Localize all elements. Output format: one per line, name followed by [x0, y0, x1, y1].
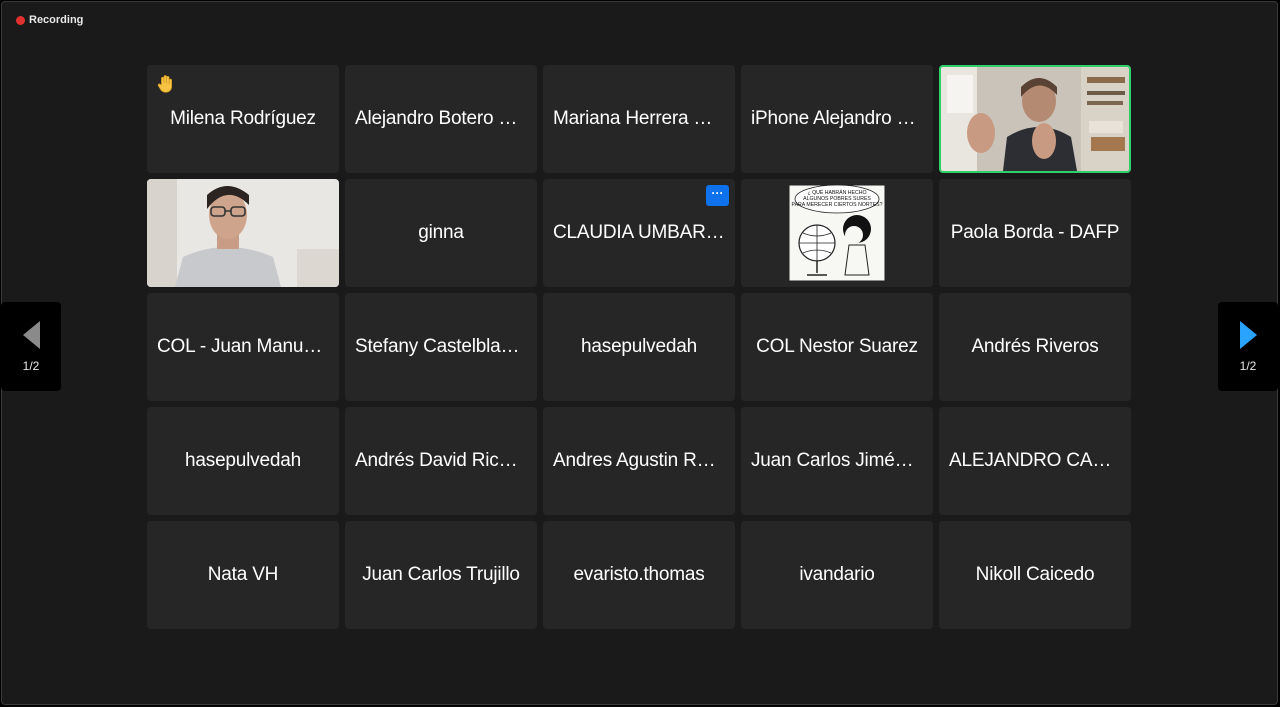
- participant-tile[interactable]: ¿ QUÉ HABRÁN HECHO ALGUNOS POBRES SURES …: [741, 179, 933, 287]
- participant-tile[interactable]: Nikoll Caicedo: [939, 521, 1131, 629]
- participant-tile[interactable]: [147, 179, 339, 287]
- participant-tile[interactable]: ginna: [345, 179, 537, 287]
- participant-video: [941, 67, 1129, 171]
- comic-caption-line: ¿ QUÉ HABRÁN HECHO: [807, 189, 866, 196]
- participant-name: evaristo.thomas: [573, 564, 705, 585]
- participant-name: iPhone Alejandro Gómez: [751, 108, 923, 129]
- participant-video: ¿ QUÉ HABRÁN HECHO ALGUNOS POBRES SURES …: [741, 179, 933, 287]
- participant-name: Stefany Castelblanco: [355, 336, 527, 357]
- participant-tile[interactable]: Andrés Riveros: [939, 293, 1131, 401]
- participant-tile[interactable]: COL - Juan Manuel Rojas: [147, 293, 339, 401]
- participant-name: Juan Carlos Trujillo: [362, 564, 520, 585]
- participant-name: hasepulvedah: [581, 336, 697, 357]
- participant-name: Alejandro Botero Mejía: [355, 108, 527, 129]
- participant-tile[interactable]: COL Nestor Suarez: [741, 293, 933, 401]
- participant-name: Andrés Riveros: [971, 336, 1099, 357]
- participant-tile[interactable]: evaristo.thomas: [543, 521, 735, 629]
- participant-tile[interactable]: Paola Borda - DAFP: [939, 179, 1131, 287]
- participant-name: ivandario: [799, 564, 875, 585]
- participant-name: Nikoll Caicedo: [975, 564, 1095, 585]
- participant-name: ginna: [418, 222, 464, 243]
- participant-tile[interactable]: Nata VH: [147, 521, 339, 629]
- participant-name: COL Nestor Suarez: [756, 336, 918, 357]
- participant-tile[interactable]: Andres Agustin Ramos: [543, 407, 735, 515]
- participant-name: Milena Rodríguez: [170, 108, 316, 129]
- participant-name: ALEJANDRO CASTRO: [949, 450, 1121, 471]
- participant-tile[interactable]: ivandario: [741, 521, 933, 629]
- participant-video: [147, 179, 339, 287]
- participant-tile[interactable]: CLAUDIA UMBARILA ···: [543, 179, 735, 287]
- participant-tile[interactable]: Juan Carlos Jiménez: [741, 407, 933, 515]
- participant-tile[interactable]: Andrés David Ricardo: [345, 407, 537, 515]
- participant-tile[interactable]: Alejandro Botero Mejía: [345, 65, 537, 173]
- participant-name: Nata VH: [207, 564, 279, 585]
- participant-name: Juan Carlos Jiménez: [751, 450, 923, 471]
- participant-name: Mariana Herrera Ruiz: [553, 108, 725, 129]
- participant-tile[interactable]: hasepulvedah: [543, 293, 735, 401]
- participant-tile[interactable]: iPhone Alejandro Gómez: [741, 65, 933, 173]
- participant-name: CLAUDIA UMBARILA: [553, 222, 725, 243]
- participant-tile[interactable]: Juan Carlos Trujillo: [345, 521, 537, 629]
- participant-name: Andrés David Ricardo: [355, 450, 527, 471]
- participant-tile[interactable]: [939, 65, 1131, 173]
- participant-tile[interactable]: Milena Rodríguez: [147, 65, 339, 173]
- comic-caption-line: PARA MERECER CIERTOS NORTES?: [792, 202, 883, 208]
- participant-tile[interactable]: ALEJANDRO CASTRO: [939, 407, 1131, 515]
- participant-name: COL - Juan Manuel Rojas: [157, 336, 329, 357]
- raised-hand-icon: [157, 75, 173, 93]
- participant-name: hasepulvedah: [185, 450, 301, 471]
- participant-name: Paola Borda - DAFP: [950, 222, 1120, 243]
- participant-gallery: Milena Rodríguez Alejandro Botero Mejía M…: [0, 0, 1280, 707]
- participant-tile[interactable]: hasepulvedah: [147, 407, 339, 515]
- participant-name: Andres Agustin Ramos: [553, 450, 725, 471]
- participant-tile[interactable]: Mariana Herrera Ruiz: [543, 65, 735, 173]
- participant-tile[interactable]: Stefany Castelblanco: [345, 293, 537, 401]
- more-dots-icon[interactable]: ···: [706, 185, 729, 206]
